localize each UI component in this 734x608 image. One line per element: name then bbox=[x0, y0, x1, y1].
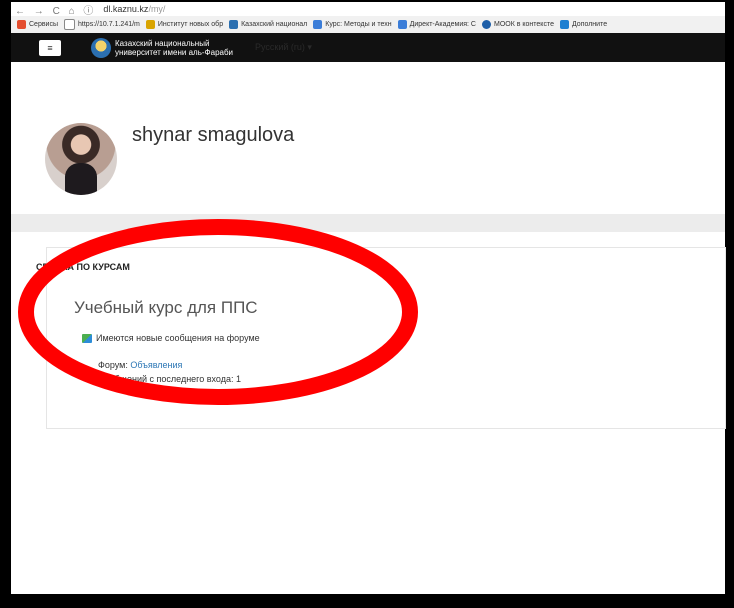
kaznu-icon bbox=[229, 20, 239, 29]
hamburger-icon[interactable]: ≡ bbox=[39, 39, 61, 56]
profile-header bbox=[11, 62, 725, 216]
info-icon: ⓘ bbox=[83, 5, 94, 17]
moodle-icon bbox=[313, 20, 323, 29]
site-navbar: ≡ Казахский национальный университет име… bbox=[11, 33, 725, 62]
avatar[interactable] bbox=[45, 123, 117, 195]
reload-icon[interactable]: C bbox=[53, 6, 60, 17]
forum-notice: Имеются новые сообщения на форуме bbox=[82, 333, 260, 343]
forum-icon bbox=[82, 333, 92, 343]
university-name[interactable]: Казахский национальный университет имени… bbox=[115, 39, 233, 57]
browser-nav: ← → C ⌂ ⓘ bbox=[15, 2, 99, 17]
posts-since-login: Сообщений с последнего входа: 1 bbox=[98, 374, 242, 384]
additional-icon bbox=[559, 20, 569, 29]
bookmark-services[interactable]: Сервисы bbox=[17, 20, 58, 29]
forum-line: Форум: Объявления bbox=[98, 360, 183, 370]
bookmark-direct-academy[interactable]: Директ-Академия: С bbox=[397, 20, 476, 29]
bookmark-institute[interactable]: Институт новых обр bbox=[145, 20, 223, 29]
page-title: shynar smagulova bbox=[132, 124, 295, 146]
bookmark-course[interactable]: Курс: Методы и техн bbox=[313, 20, 392, 29]
bookmark-ip[interactable]: https://10.7.1.241/m bbox=[64, 19, 140, 30]
language-selector[interactable]: Русский (ru) ▾ bbox=[255, 42, 312, 53]
course-link[interactable]: Учебный курс для ППС bbox=[74, 298, 258, 318]
page-icon bbox=[64, 19, 76, 30]
address-bar[interactable]: ← → C ⌂ ⓘ dl.kaznu.kz/my/ bbox=[11, 2, 725, 17]
block-title: СВОДКА ПО КУРСАМ bbox=[36, 262, 130, 272]
apps-grid-icon bbox=[17, 20, 26, 29]
mooc-icon bbox=[481, 20, 491, 29]
section-divider bbox=[11, 214, 725, 232]
bookmark-additional[interactable]: Дополните bbox=[559, 20, 607, 29]
url-text[interactable]: dl.kaznu.kz/my/ bbox=[103, 4, 165, 14]
university-logo-icon[interactable] bbox=[91, 37, 111, 58]
bookmarks-bar: Сервисы https://10.7.1.241/m Институт но… bbox=[11, 16, 725, 34]
bookmark-mooc[interactable]: МООК в контексте bbox=[481, 20, 554, 29]
institute-icon bbox=[145, 20, 155, 29]
back-arrow-icon[interactable]: ← bbox=[15, 6, 25, 17]
home-icon[interactable]: ⌂ bbox=[69, 6, 75, 17]
bookmark-kaznu[interactable]: Казахский национал bbox=[229, 20, 307, 29]
forward-arrow-icon[interactable]: → bbox=[34, 6, 44, 17]
moodle-icon bbox=[397, 20, 407, 29]
forum-link[interactable]: Объявления bbox=[130, 360, 182, 370]
